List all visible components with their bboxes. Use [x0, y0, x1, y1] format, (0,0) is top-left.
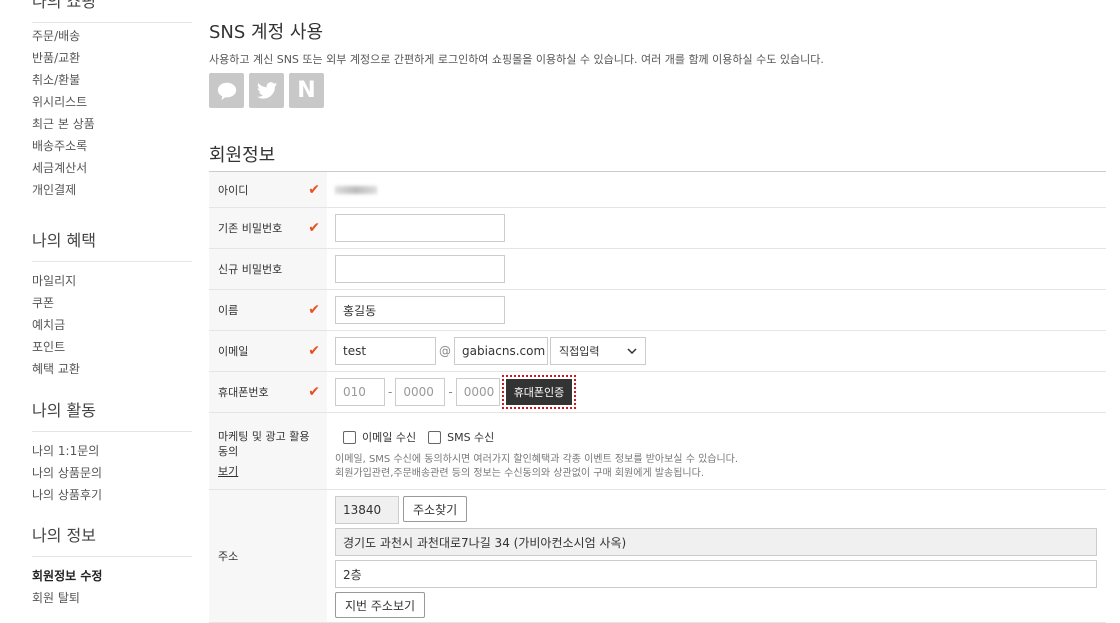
- sidebar-item-withdraw[interactable]: 회원 탈퇴: [32, 587, 192, 609]
- sidebar-item-cancel[interactable]: 취소/환불: [32, 69, 95, 91]
- blurred-user-id: [335, 185, 377, 194]
- sns-section-title: SNS 계정 사용: [209, 22, 323, 43]
- current-password-input[interactable]: [335, 214, 505, 242]
- sidebar-group-title-info: 나의 정보: [32, 522, 192, 557]
- sidebar-item-orders[interactable]: 주문/배송: [32, 25, 95, 47]
- sidebar-item-deposit[interactable]: 예치금: [32, 314, 192, 336]
- row-current-password: 기존 비밀번호 ✔: [209, 208, 1106, 249]
- label-id: 아이디: [218, 183, 249, 197]
- phone-middle-input[interactable]: 0000: [395, 378, 446, 406]
- naver-icon: N: [297, 78, 316, 103]
- member-info-title: 회원정보: [209, 145, 276, 166]
- label-new-password: 신규 비밀번호: [218, 263, 283, 276]
- sns-description: 사용하고 계신 SNS 또는 외부 계정으로 간편하게 로그인하여 쇼핑몰을 이…: [209, 53, 824, 66]
- email-domain-select-value: 직접입력: [559, 345, 600, 358]
- row-name: 이름 ✔ 홍길동: [209, 290, 1106, 331]
- required-check-icon: ✔: [308, 384, 320, 400]
- email-at-sign: @: [439, 344, 451, 358]
- kakao-talk-icon: [217, 82, 236, 100]
- marketing-view-link[interactable]: 보기: [218, 464, 238, 479]
- marketing-note-1: 이메일, SMS 수신에 동의하시면 여러가지 할인혜택과 각종 이벤트 정보를…: [335, 454, 739, 465]
- sidebar-item-recent[interactable]: 최근 본 상품: [32, 113, 95, 135]
- required-check-icon: ✔: [308, 343, 320, 359]
- row-new-password: 신규 비밀번호: [209, 249, 1106, 290]
- row-id: 아이디 ✔: [209, 172, 1106, 208]
- kakao-talk-button[interactable]: [209, 73, 244, 108]
- label-name: 이름: [218, 304, 239, 317]
- naver-button[interactable]: N: [289, 73, 324, 108]
- phone-prefix-input[interactable]: 010: [335, 378, 385, 406]
- sidebar-item-product-qna[interactable]: 나의 상품문의: [32, 462, 192, 484]
- required-check-icon: ✔: [308, 302, 320, 318]
- email-local-input[interactable]: test: [335, 337, 436, 365]
- phone-last-input[interactable]: 0000: [455, 378, 500, 406]
- sidebar-item-benefit-exchange[interactable]: 혜택 교환: [32, 358, 192, 380]
- sidebar-item-wishlist[interactable]: 위시리스트: [32, 91, 95, 113]
- sidebar-item-tax-invoice[interactable]: 세금계산서: [32, 157, 95, 179]
- address-line-2-input[interactable]: 2층: [335, 560, 1097, 588]
- name-input[interactable]: 홍길동: [335, 296, 505, 324]
- sidebar-item-personal-payment[interactable]: 개인결제: [32, 179, 95, 201]
- required-check-icon: ✔: [308, 220, 320, 236]
- sidebar-item-point[interactable]: 포인트: [32, 336, 192, 358]
- sidebar-group-title-shopping: 나의 쇼핑: [32, 0, 192, 23]
- member-info-form: 아이디 ✔ 기존 비밀번호 ✔ 신규 비밀번호 이름 ✔ 홍길동 이메일 ✔ t…: [209, 171, 1106, 623]
- sidebar-item-returns[interactable]: 반품/교환: [32, 47, 95, 69]
- twitter-icon: [256, 81, 277, 99]
- checkbox-box: [343, 430, 356, 444]
- sns-login-buttons: N: [209, 73, 324, 108]
- address-line-1-input[interactable]: 경기도 과천시 과천대로7나길 34 (가비아컨소시엄 사옥): [335, 528, 1097, 556]
- sidebar-item-mileage[interactable]: 마일리지: [32, 270, 192, 292]
- sidebar-item-edit-info[interactable]: 회원정보 수정: [32, 565, 192, 587]
- sidebar-item-reviews[interactable]: 나의 상품후기: [32, 484, 192, 506]
- phone-verify-button[interactable]: 휴대폰인증: [505, 379, 573, 405]
- label-marketing: 마케팅 및 광고 활용 동의: [218, 430, 310, 458]
- phone-dash: -: [388, 385, 393, 399]
- sidebar-item-address-book[interactable]: 배송주소록: [32, 135, 95, 157]
- checkbox-box: [428, 430, 442, 444]
- required-check-icon: ✔: [308, 181, 320, 198]
- lot-address-button[interactable]: 지번 주소보기: [335, 592, 426, 618]
- phone-verify-highlight: 휴대폰인증: [501, 375, 577, 409]
- phone-dash: -: [448, 385, 453, 399]
- sidebar-group-title-activity: 나의 활동: [32, 397, 192, 432]
- sidebar-item-inquiry[interactable]: 나의 1:1문의: [32, 440, 192, 462]
- label-phone: 휴대폰번호: [218, 386, 269, 399]
- find-address-button[interactable]: 주소찾기: [403, 496, 468, 522]
- email-domain-input[interactable]: gabiacns.com: [454, 337, 548, 365]
- row-address: 주소 13840 주소찾기 경기도 과천시 과천대로7나길 34 (가비아컨소시…: [209, 490, 1106, 623]
- new-password-input[interactable]: [335, 255, 505, 283]
- email-consent-checkbox[interactable]: 이메일 수신: [343, 429, 416, 445]
- sidebar-item-coupon[interactable]: 쿠폰: [32, 292, 192, 314]
- chevron-down-icon: [627, 348, 637, 354]
- email-domain-select[interactable]: 직접입력: [550, 337, 646, 365]
- label-address: 주소: [218, 550, 239, 563]
- row-marketing: 마케팅 및 광고 활용 동의 보기 이메일 수신 SMS 수신 이메일, SMS…: [209, 413, 1106, 490]
- marketing-note-2: 회원가입관련,주문배송관련 등의 정보는 수신동의와 상관없이 구매 회원에게 …: [335, 468, 705, 479]
- zipcode-input[interactable]: 13840: [335, 496, 399, 524]
- label-current-password: 기존 비밀번호: [218, 222, 283, 235]
- sidebar-group-title-benefits: 나의 혜택: [32, 227, 192, 262]
- email-consent-label: 이메일 수신: [362, 431, 417, 444]
- row-phone: 휴대폰번호 ✔ 010 - 0000 - 0000 휴대폰인증: [209, 372, 1106, 413]
- label-email: 이메일: [218, 345, 249, 358]
- sms-consent-checkbox[interactable]: SMS 수신: [428, 429, 494, 445]
- sms-consent-label: SMS 수신: [447, 431, 495, 444]
- twitter-button[interactable]: [249, 73, 284, 108]
- row-email: 이메일 ✔ test @ gabiacns.com 직접입력: [209, 331, 1106, 372]
